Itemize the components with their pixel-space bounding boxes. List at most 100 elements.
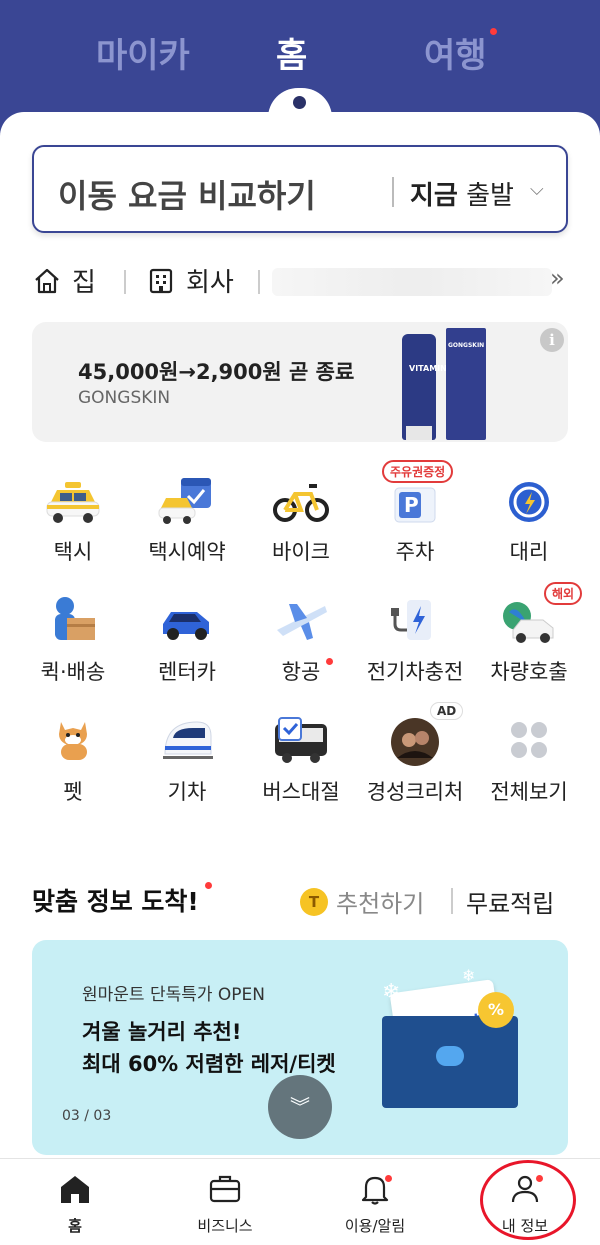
service-label: 택시 — [53, 540, 93, 564]
tab-travel[interactable]: 여행 — [424, 28, 487, 77]
percent-badge-icon: % — [478, 992, 514, 1028]
place-home[interactable]: 집 — [32, 262, 96, 299]
ad-brand: GONGSKIN — [78, 388, 171, 408]
chevron-down-icon: ⌵ — [530, 179, 544, 200]
service-label: 항공 — [281, 660, 321, 684]
free-points-button[interactable]: 무료적립 — [466, 884, 554, 919]
double-chevron-down-icon: ︾ — [290, 1095, 310, 1119]
fare-compare-label: 이동 요금 비교하기 — [58, 177, 316, 215]
service-view-all[interactable]: 전체보기 — [472, 702, 586, 818]
all-menu-icon — [511, 722, 547, 758]
service-rental-car[interactable]: 렌터카 — [130, 582, 244, 698]
service-pet[interactable]: 펫 — [16, 702, 130, 818]
ad-badge: AD — [430, 702, 464, 720]
pet-icon — [59, 722, 87, 760]
tab-home[interactable]: 홈 — [276, 28, 307, 77]
taxi-icon — [46, 482, 100, 523]
promo-small-text: 원마운트 단독특가 OPEN — [82, 985, 266, 1005]
section-divider — [451, 888, 453, 914]
product-tube-image — [402, 334, 436, 440]
ribbon-icon — [436, 1046, 464, 1066]
double-chevron-right-icon[interactable]: » — [550, 264, 565, 292]
info-icon[interactable]: i — [540, 328, 564, 352]
service-designated-driver[interactable]: 대리 — [472, 462, 586, 578]
alerts-new-dot — [385, 1175, 392, 1182]
service-label: 펫 — [63, 780, 83, 804]
service-parking[interactable]: P 주유권증정 주차 — [358, 460, 472, 578]
red-annotation-circle — [480, 1160, 576, 1240]
nav-usage-alerts[interactable]: 이용/알림 — [300, 1171, 450, 1236]
blurred-address[interactable] — [272, 268, 552, 296]
promo-headline-1: 겨울 놀거리 추천! — [82, 1020, 242, 1044]
airplane-icon — [277, 604, 327, 640]
service-bus-charter[interactable]: 버스대절 — [244, 702, 358, 818]
taxi-reservation-icon — [158, 478, 211, 524]
ev-charger-icon — [391, 600, 431, 640]
section-title: 맞춤 정보 도착! — [32, 887, 199, 916]
service-label: 주차 — [395, 540, 435, 564]
rental-car-icon — [163, 612, 209, 640]
steering-wheel-icon — [509, 482, 549, 522]
service-train[interactable]: 기차 — [130, 702, 244, 818]
promo-headline-2: 최대 60% 저렴한 레저/티켓 — [82, 1052, 336, 1076]
departure-time-selector[interactable]: 지금 출발 — [410, 175, 514, 212]
nav-home[interactable]: 홈 — [0, 1171, 150, 1236]
product-brand-label: GONGSKIN — [448, 342, 485, 349]
bus-charter-icon — [275, 717, 327, 763]
travel-new-dot — [490, 28, 497, 35]
recommend-button[interactable]: T 추천하기 — [300, 884, 424, 919]
depart-now-label: 지금 — [410, 181, 458, 211]
svg-text:P: P — [404, 493, 419, 517]
nav-business[interactable]: 비즈니스 — [150, 1171, 300, 1236]
snowflake-icon: ❄ — [382, 980, 401, 1005]
tab-mycar[interactable]: 마이카 — [96, 28, 190, 77]
depart-label: 출발 — [466, 181, 514, 211]
place-work-label: 회사 — [186, 268, 234, 298]
building-icon — [149, 268, 173, 293]
train-icon — [163, 721, 213, 759]
section-new-dot — [205, 882, 212, 889]
overseas-badge: 해외 — [544, 582, 583, 605]
service-label: 대리 — [509, 540, 549, 564]
service-label: 기차 — [167, 780, 207, 804]
service-label: 전체보기 — [490, 780, 568, 804]
search-divider — [392, 177, 394, 207]
service-delivery[interactable]: 퀵·배송 — [16, 582, 130, 698]
place-divider — [124, 270, 126, 294]
briefcase-icon — [209, 1175, 241, 1203]
sheet-indicator-dot — [293, 96, 306, 109]
service-label: 전기차충전 — [366, 660, 464, 684]
service-gyeongseong-creature[interactable]: AD 경성크리처 — [358, 702, 472, 818]
product-tube-cap — [406, 426, 432, 440]
home-icon — [61, 1176, 89, 1203]
delivery-icon — [55, 597, 95, 640]
saved-places: 집 회사 » — [32, 262, 572, 302]
ad-banner[interactable]: 45,000원→2,900원 곧 종료 GONGSKIN i VITAMIN G… — [32, 322, 568, 442]
fare-compare-search[interactable]: 이동 요금 비교하기 지금 출발 ⌵ — [32, 145, 568, 233]
service-ev-charging[interactable]: 전기차충전 — [358, 582, 472, 698]
nav-label: 홈 — [68, 1217, 82, 1235]
ad-title: 45,000원→2,900원 곧 종료 — [78, 360, 355, 384]
service-label: 퀵·배송 — [40, 660, 106, 684]
bike-icon — [273, 484, 329, 522]
scroll-down-button[interactable]: ︾ — [268, 1075, 332, 1139]
envelope-image — [382, 1016, 518, 1108]
promo-page-indicator: 03 / 03 — [62, 1108, 112, 1124]
t-coin-icon: T — [300, 887, 328, 916]
movie-poster-icon — [391, 718, 439, 766]
service-taxi-reservation[interactable]: 택시예약 — [130, 462, 244, 578]
recommend-label: 추천하기 — [336, 890, 425, 918]
product-label: VITAMIN — [409, 364, 447, 373]
service-bike[interactable]: 바이크 — [244, 462, 358, 578]
service-flight[interactable]: 항공 — [244, 582, 358, 698]
place-home-label: 집 — [72, 268, 96, 298]
service-label: 택시예약 — [148, 540, 226, 564]
service-label: 차량호출 — [490, 660, 568, 684]
service-taxi[interactable]: 택시 — [16, 462, 130, 578]
place-divider — [258, 270, 260, 294]
service-label: 바이크 — [272, 540, 330, 564]
house-icon — [35, 268, 59, 293]
nav-label: 이용/알림 — [344, 1217, 406, 1235]
service-car-call[interactable]: 해외 차량호출 — [472, 582, 586, 698]
place-work[interactable]: 회사 — [146, 262, 234, 299]
